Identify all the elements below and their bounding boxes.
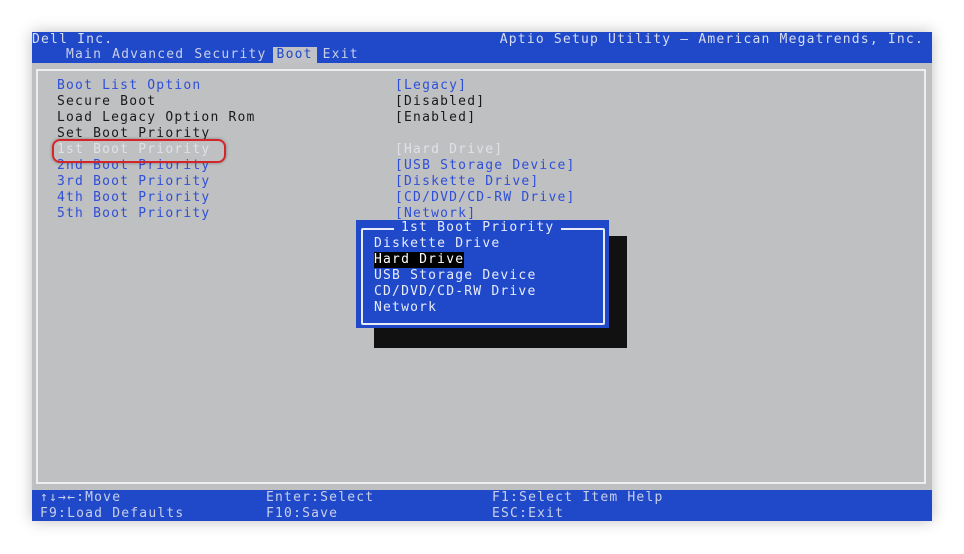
tab-advanced[interactable]: Advanced <box>112 47 184 63</box>
header-bar: Dell Inc. Aptio Setup Utility – American… <box>32 32 932 63</box>
setting-value: [Enabled] <box>395 110 477 125</box>
vendor-name: Dell Inc. <box>32 32 114 47</box>
hint-save: F10:Save <box>266 506 339 521</box>
popup-options: Diskette Drive Hard Drive USB Storage De… <box>374 236 536 316</box>
setting-boot-list-option[interactable]: Boot List Option [Legacy] <box>57 78 617 94</box>
bios-screen: Dell Inc. Aptio Setup Utility – American… <box>32 32 932 521</box>
setting-load-legacy-option-rom: Load Legacy Option Rom [Enabled] <box>57 110 617 126</box>
setting-secure-boot: Secure Boot [Disabled] <box>57 94 617 110</box>
hint-item-help: F1:Select Item Help <box>492 490 664 505</box>
popup-option-cd-dvd-cd-rw-drive[interactable]: CD/DVD/CD-RW Drive <box>374 284 536 300</box>
setting-value[interactable]: [Legacy] <box>395 78 467 94</box>
setting-label: 3rd Boot Priority <box>57 174 211 189</box>
hint-select: Enter:Select <box>266 490 375 505</box>
tab-exit[interactable]: Exit <box>323 47 359 63</box>
setting-value[interactable]: [Hard Drive] <box>395 142 503 158</box>
setting-label: 5th Boot Priority <box>57 206 211 221</box>
setting-label: Secure Boot <box>57 94 157 109</box>
hint-move: ↑↓→←:Move <box>40 490 122 505</box>
setting-value[interactable]: [USB Storage Device] <box>395 158 576 174</box>
popup-option-hard-drive[interactable]: Hard Drive <box>374 252 465 268</box>
tab-bar: Main Advanced Security Boot Exit <box>66 47 369 63</box>
setting-3rd-boot-priority[interactable]: 3rd Boot Priority [Diskette Drive] <box>57 174 617 190</box>
boot-priority-popup: 1st Boot Priority Diskette Drive Hard Dr… <box>356 220 609 328</box>
hint-exit: ESC:Exit <box>492 506 565 521</box>
tab-main[interactable]: Main <box>66 47 102 63</box>
hint-load-defaults: F9:Load Defaults <box>40 506 185 521</box>
highlight-annotation <box>52 139 226 163</box>
popup-option-usb-storage-device[interactable]: USB Storage Device <box>374 268 536 284</box>
setting-label: Load Legacy Option Rom <box>57 110 256 125</box>
popup-option-diskette-drive[interactable]: Diskette Drive <box>374 236 536 252</box>
footer-bar: ↑↓→←:Move Enter:Select F1:Select Item He… <box>32 490 932 521</box>
setting-label: Boot List Option <box>57 78 202 93</box>
popup-title: 1st Boot Priority <box>394 220 562 236</box>
setting-value: [Disabled] <box>395 94 486 109</box>
utility-title: Aptio Setup Utility – American Megatrend… <box>499 32 924 47</box>
setting-4th-boot-priority[interactable]: 4th Boot Priority [CD/DVD/CD-RW Drive] <box>57 190 617 206</box>
setting-value[interactable]: [CD/DVD/CD-RW Drive] <box>395 190 576 206</box>
tab-boot[interactable]: Boot <box>272 47 317 63</box>
setting-label: 4th Boot Priority <box>57 190 211 205</box>
popup-option-network[interactable]: Network <box>374 300 536 316</box>
tab-security[interactable]: Security <box>194 47 266 63</box>
setting-value[interactable]: [Diskette Drive] <box>395 174 539 190</box>
